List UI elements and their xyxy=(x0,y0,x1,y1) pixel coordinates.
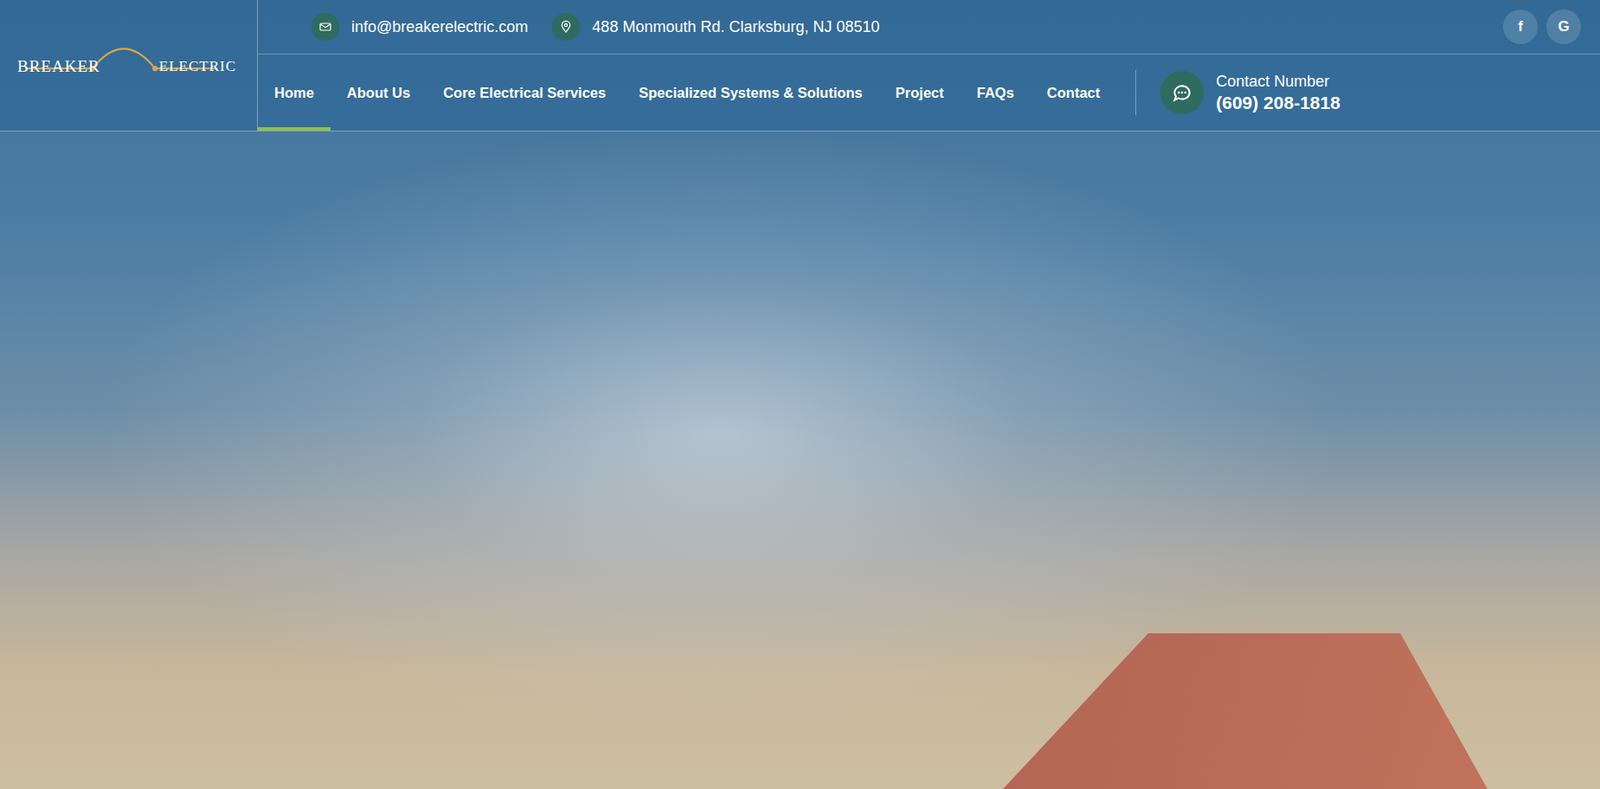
logo[interactable]: BREAKER ELECTRIC xyxy=(0,0,258,131)
logo-right-text: ELECTRIC xyxy=(159,57,237,76)
nav-item[interactable]: Home xyxy=(257,54,331,131)
nav-item[interactable]: Contact xyxy=(1030,54,1117,131)
site-header: BREAKER ELECTRIC info@breakerelectric.com 4… xyxy=(0,0,1600,132)
social-link[interactable]: G xyxy=(1546,9,1581,45)
track-area xyxy=(1002,633,1488,789)
contact-phone: (609) 208-1818 xyxy=(1215,92,1341,114)
contact-label: Contact Number xyxy=(1215,72,1341,91)
location-pin-icon xyxy=(552,12,580,41)
logo-left-text: BREAKER xyxy=(17,57,101,77)
chat-icon xyxy=(1160,70,1204,115)
nav-item[interactable]: Specialized Systems & Solutions xyxy=(622,54,880,131)
nav-item[interactable]: About Us xyxy=(330,54,427,131)
social-link[interactable]: f xyxy=(1503,9,1538,45)
mail-icon xyxy=(311,12,340,41)
top-bar: info@breakerelectric.com 488 Monmouth Rd.… xyxy=(257,0,1600,55)
hero-page: BREAKER ELECTRIC info@breakerelectric.com 4… xyxy=(0,0,1600,789)
nav-item[interactable]: Project xyxy=(879,54,961,131)
nav-item[interactable]: Core Electrical Services xyxy=(426,54,623,131)
contact-number[interactable]: Contact Number(609) 208-1818 xyxy=(1135,70,1341,116)
nav-item[interactable]: FAQs xyxy=(960,54,1031,131)
nav-bar: HomeAbout UsCore Electrical ServicesSpec… xyxy=(257,54,1600,131)
address-text: 488 Monmouth Rd. Clarksburg, NJ 08510 xyxy=(552,12,880,41)
email-link[interactable]: info@breakerelectric.com xyxy=(311,12,528,41)
